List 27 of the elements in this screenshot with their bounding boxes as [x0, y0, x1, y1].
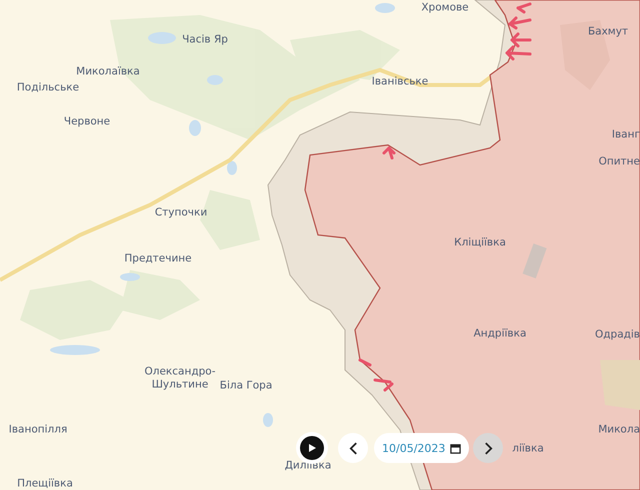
chevron-left-icon — [348, 442, 358, 454]
place-label: Олександро- Шультине — [144, 365, 216, 391]
place-label: Плещіївка — [17, 478, 73, 490]
place-label: Біла Гора — [220, 380, 272, 392]
place-label: Кліщіївка — [454, 236, 506, 250]
place-label: Іванг — [612, 128, 640, 142]
place-label: Хромове — [421, 2, 469, 14]
place-label: Часів Яр — [182, 34, 228, 46]
place-label: Опитне — [598, 156, 640, 168]
play-icon — [307, 443, 317, 453]
place-label: Іванопілля — [8, 424, 68, 436]
place-label: Одрадів — [595, 328, 640, 342]
place-label: Миколаївка — [76, 66, 140, 78]
calendar-icon — [450, 442, 462, 454]
place-label: ліївка — [512, 442, 544, 456]
place-label: Подільське — [16, 82, 80, 94]
place-label: Бахмут — [588, 26, 628, 38]
date-field[interactable]: 10/05/2023 — [374, 433, 470, 463]
play-button[interactable] — [300, 436, 324, 460]
place-label: Червоне — [64, 116, 110, 128]
place-label: Предтечине — [124, 252, 192, 266]
place-label: Дилiївка — [284, 460, 332, 472]
chevron-right-icon — [484, 442, 493, 454]
place-label: Андріївка — [474, 328, 526, 340]
place-label: Микола — [598, 424, 640, 436]
place-label: Ступочки — [154, 206, 208, 220]
place-label: Іванівське — [372, 76, 428, 88]
